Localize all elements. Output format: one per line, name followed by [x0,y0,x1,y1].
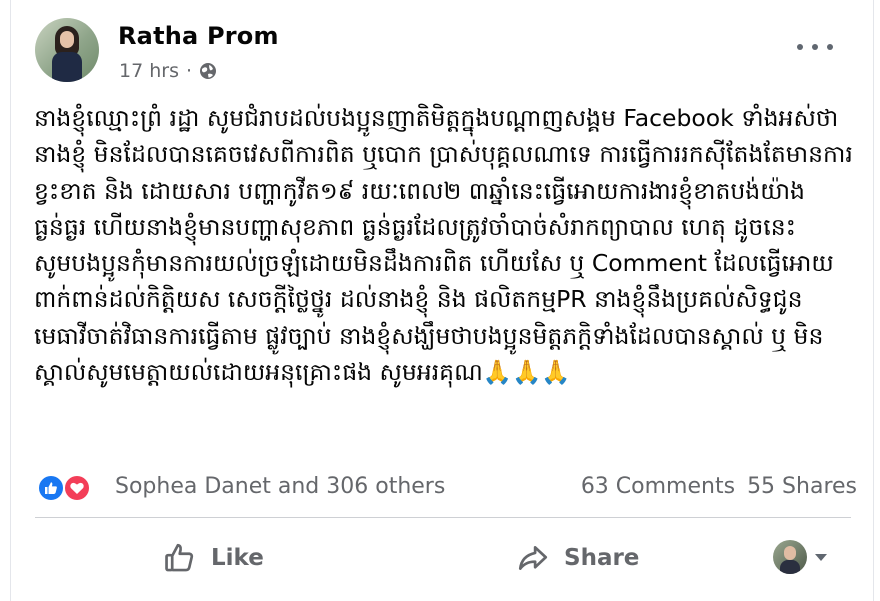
more-options-icon[interactable] [797,36,833,58]
share-label: Share [564,545,640,571]
like-reaction-icon [37,474,65,502]
viewer-avatar [773,540,807,574]
comments-count[interactable]: 63 Comments [581,474,735,499]
post-meta: 17 hrs · [119,60,217,82]
post-stats: Sophea Danet and 306 others 63 Comments … [37,472,857,506]
author-avatar[interactable] [35,18,99,82]
reaction-icons[interactable] [37,474,101,502]
like-label: Like [211,545,264,571]
like-icon [165,543,194,572]
share-icon [518,546,548,570]
post-time[interactable]: 17 hrs [119,60,179,82]
post-card: Ratha Prom 17 hrs · នាងខ្ញុំឈ្មោះព្រំ រដ… [10,0,874,601]
post-actions: Like Share [11,530,873,588]
reaction-names[interactable]: Sophea Danet and 306 others [115,474,445,499]
engagement-counts: 63 Comments 55 Shares [581,474,857,499]
share-button[interactable]: Share [516,534,639,582]
like-button[interactable]: Like [163,534,264,582]
divider [35,517,851,518]
post-text: នាងខ្ញុំឈ្មោះព្រំ រដ្ឋា សូមជំរាបដល់បងប្អ… [34,104,853,387]
chevron-down-icon [815,553,827,561]
react-as-selector[interactable] [773,540,827,574]
love-reaction-icon [63,474,91,502]
shares-count[interactable]: 55 Shares [747,474,857,499]
meta-separator: · [185,60,193,82]
globe-icon[interactable] [199,62,217,80]
author-name[interactable]: Ratha Prom [118,22,279,50]
